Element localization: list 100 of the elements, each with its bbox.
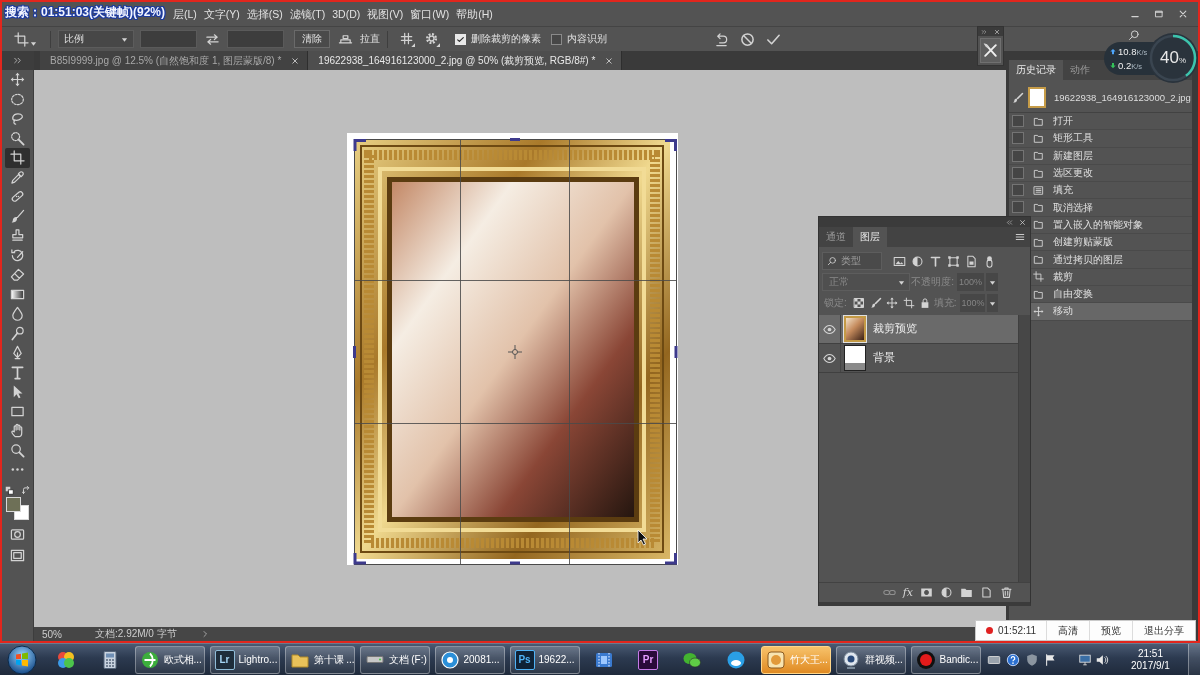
move-icon[interactable] xyxy=(886,297,899,309)
maximize-icon[interactable] xyxy=(1154,9,1164,19)
fx-button[interactable]: fx xyxy=(902,586,913,599)
layer-row[interactable]: 裁剪预览 xyxy=(819,315,1018,344)
crop-handle[interactable] xyxy=(674,345,677,358)
fill-menu-button[interactable] xyxy=(986,294,998,312)
history-item[interactable]: 打开 xyxy=(1031,113,1192,130)
screen-mode-icon[interactable] xyxy=(10,547,25,563)
trash-icon[interactable] xyxy=(1000,586,1013,599)
toolbar-button[interactable]: 退出分享 xyxy=(1132,621,1195,640)
menu-item[interactable]: 帮助(H) xyxy=(456,7,493,21)
color-circles-icon[interactable] xyxy=(56,649,76,670)
menu-item[interactable]: 选择(S) xyxy=(246,7,283,21)
cancel-icon[interactable] xyxy=(740,31,755,47)
document-tab[interactable]: B85I9999.jpg @ 12.5% (自然饱和度 1, 图层蒙版/8) * xyxy=(40,51,309,70)
crop-handle[interactable] xyxy=(664,552,677,564)
crop-handle[interactable] xyxy=(353,552,366,564)
menu-item[interactable]: 层(L) xyxy=(173,7,197,21)
half-circle-icon[interactable] xyxy=(910,254,924,268)
history-item[interactable]: 自由变换 xyxy=(1031,285,1192,303)
panel-tab[interactable]: 动作 xyxy=(1063,60,1097,80)
opacity-menu-button[interactable] xyxy=(986,273,998,291)
crop-handle[interactable] xyxy=(353,138,366,151)
panel-tab[interactable]: 图层 xyxy=(853,227,887,247)
checkbox[interactable] xyxy=(551,33,562,45)
double-chevron-icon[interactable] xyxy=(13,56,22,65)
brush-icon[interactable] xyxy=(869,297,882,309)
start-button[interactable] xyxy=(7,644,37,675)
taskbar-button[interactable]: 第十课 ... xyxy=(284,645,355,674)
taskbar-button[interactable]: 20081... xyxy=(434,645,505,674)
straighten-button[interactable]: 拉直 xyxy=(338,31,380,47)
toolbar-button[interactable]: 高清 xyxy=(1046,621,1089,640)
page-icon[interactable] xyxy=(964,254,978,268)
taskbar-button[interactable]: 文档 (F:) xyxy=(359,645,430,674)
search-icon[interactable] xyxy=(1128,29,1140,41)
quick-mask-icon[interactable] xyxy=(10,526,25,542)
close-icon[interactable] xyxy=(1019,218,1026,226)
layer-row[interactable]: 背景 xyxy=(819,344,1018,373)
menu-item[interactable]: 视图(V) xyxy=(367,7,404,21)
crop-handle[interactable] xyxy=(509,561,520,564)
close-icon[interactable] xyxy=(291,56,300,65)
mask-icon[interactable] xyxy=(920,586,933,599)
taskbar-button[interactable]: 欧式相... xyxy=(134,645,205,674)
menu-item[interactable]: 文字(Y) xyxy=(203,7,240,21)
menu-item[interactable]: 3D(D) xyxy=(332,7,361,21)
menu-icon[interactable] xyxy=(1015,232,1025,242)
history-item[interactable]: 矩形工具 xyxy=(1031,130,1192,147)
swap-colors-icon[interactable] xyxy=(21,485,31,495)
folder-icon[interactable] xyxy=(960,586,973,599)
app-logo[interactable]: Pr xyxy=(638,649,658,670)
tool-presets-button[interactable] xyxy=(980,38,1001,63)
history-item[interactable]: 新建图层 xyxy=(1031,147,1192,164)
transform-box-icon[interactable] xyxy=(946,254,960,268)
half-circle-icon[interactable] xyxy=(940,586,953,599)
grid-icon[interactable] xyxy=(400,31,415,47)
panel-tab[interactable]: 通道 xyxy=(819,227,853,247)
history-item[interactable]: 填充 xyxy=(1031,182,1192,199)
history-item[interactable]: 创建剪贴蒙版 xyxy=(1031,234,1192,251)
height-field[interactable] xyxy=(227,30,284,48)
double-chevron-icon[interactable] xyxy=(1006,218,1013,226)
menu-item[interactable]: 滤镜(T) xyxy=(289,7,326,21)
snapshot-row[interactable]: 19622938_164916123000_2.jpg xyxy=(1009,83,1192,113)
history-item[interactable]: 裁剪 xyxy=(1031,268,1192,285)
toolbar-button[interactable]: 预览 xyxy=(1089,621,1132,640)
close-icon[interactable] xyxy=(1178,9,1188,19)
checker-icon[interactable] xyxy=(853,297,866,309)
curved-arrow-icon[interactable] xyxy=(714,31,729,47)
ratio-dropdown[interactable]: 比例 xyxy=(58,30,134,48)
crop-handle[interactable] xyxy=(664,138,677,151)
clear-button[interactable]: 清除 xyxy=(294,30,330,48)
eye-icon[interactable] xyxy=(823,351,836,365)
calculator-icon[interactable] xyxy=(100,649,120,670)
history-item[interactable]: 选区更改 xyxy=(1031,164,1192,182)
ball-icon[interactable] xyxy=(726,649,746,670)
taskbar-button[interactable]: Bandic... xyxy=(910,645,981,674)
panel-tab[interactable]: 历史记录 xyxy=(1009,60,1063,80)
filter-dropdown[interactable]: 类型 xyxy=(822,252,882,270)
taskbar-button[interactable]: Ps 19622... xyxy=(509,645,580,674)
history-item[interactable]: 取消选择 xyxy=(1031,199,1192,216)
artboard-icon[interactable] xyxy=(902,297,915,309)
width-field[interactable] xyxy=(140,30,197,48)
gear-icon[interactable] xyxy=(425,31,440,47)
crop-handle[interactable] xyxy=(352,345,356,358)
help-icon[interactable] xyxy=(1006,652,1020,667)
foreground-color-swatch[interactable] xyxy=(5,496,21,512)
crop-handle[interactable] xyxy=(509,137,520,141)
swap-icon[interactable] xyxy=(205,31,220,47)
menu-item[interactable]: 窗口(W) xyxy=(410,7,450,21)
taskbar-button[interactable]: Lr Lightro... xyxy=(209,645,280,674)
default-colors-icon[interactable] xyxy=(4,485,14,495)
close-icon[interactable] xyxy=(994,28,1000,35)
monitor-icon[interactable] xyxy=(1078,652,1092,667)
history-item[interactable]: 通过拷贝的图层 xyxy=(1031,251,1192,268)
caret-icon[interactable] xyxy=(30,39,37,47)
document-tab[interactable]: 19622938_164916123000_2.jpg @ 50% (裁剪预览, RGB/8#) * xyxy=(308,51,623,70)
close-icon[interactable] xyxy=(605,56,614,65)
shield-icon[interactable] xyxy=(1025,652,1039,667)
double-chevron-icon[interactable] xyxy=(981,28,987,35)
image-icon[interactable] xyxy=(892,254,906,268)
taskbar-button[interactable]: 群视频... xyxy=(835,645,906,674)
